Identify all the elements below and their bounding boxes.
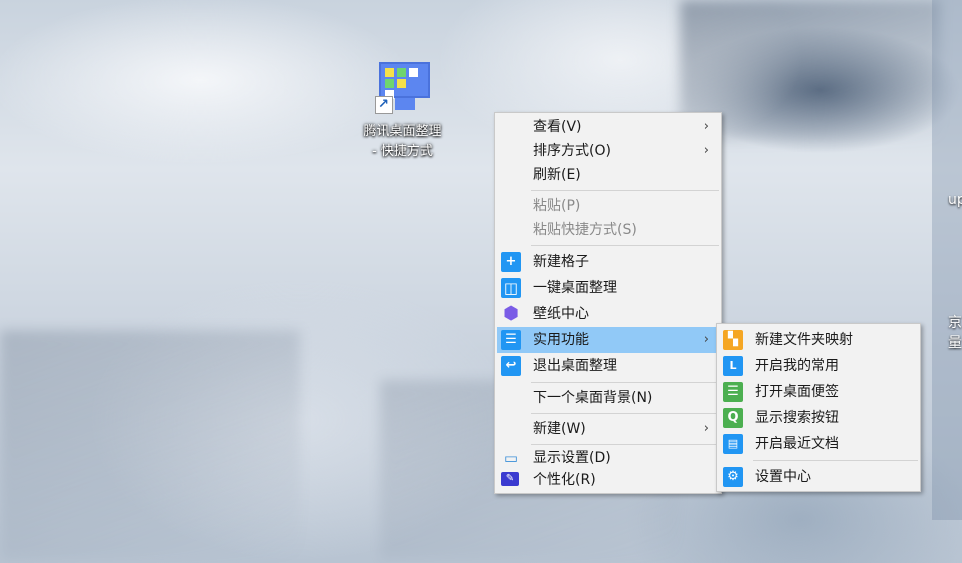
- list-icon: ☰: [501, 330, 521, 350]
- separator: [531, 382, 719, 383]
- separator: [531, 444, 719, 445]
- menu-item-refresh[interactable]: 刷新(E): [497, 163, 719, 187]
- chevron-right-icon: ›: [703, 143, 709, 158]
- document-icon: ▤: [723, 434, 743, 454]
- cube-icon: ⬢: [503, 303, 519, 324]
- separator: [531, 245, 719, 246]
- context-menu: 查看(V) › 排序方式(O) › 刷新(E) 粘贴(P) 粘贴快捷方式(S) + 新…: [494, 112, 722, 494]
- shortcut-arrow-icon: ↗: [374, 96, 393, 114]
- menu-item-sort[interactable]: 排序方式(O) ›: [497, 139, 719, 163]
- wallpaper-shadow: [0, 330, 300, 560]
- submenu-item-settings[interactable]: ⚙ 设置中心: [719, 464, 918, 490]
- side-text: 量: [948, 335, 962, 351]
- folder-map-icon: ▚: [723, 330, 743, 350]
- chevron-right-icon: ›: [703, 332, 709, 347]
- menu-item-new[interactable]: 新建(W) ›: [497, 417, 719, 441]
- menu-item-paste: 粘贴(P): [533, 198, 581, 214]
- submenu-item-favorites[interactable]: L 开启我的常用: [719, 353, 918, 379]
- personalize-icon: ✎: [501, 472, 519, 486]
- search-icon: Q: [723, 408, 743, 428]
- layout-icon: ◫: [501, 278, 521, 298]
- side-widget-panel: [932, 0, 962, 520]
- shortcut-label: 腾讯桌面整理 - 快捷方式: [363, 124, 442, 159]
- clock-icon: L: [723, 356, 743, 376]
- menu-item-next-background[interactable]: 下一个桌面背景(N): [497, 386, 719, 410]
- desktop-shortcut[interactable]: ↗ 腾讯桌面整理 - 快捷方式: [355, 62, 450, 162]
- note-icon: ☰: [723, 382, 743, 402]
- submenu-item-sticky-note[interactable]: ☰ 打开桌面便签: [719, 379, 918, 405]
- chevron-right-icon: ›: [703, 421, 709, 436]
- separator: [753, 460, 918, 461]
- separator: [531, 413, 719, 414]
- menu-item-wallpaper-center[interactable]: ⬢ 壁纸中心: [497, 301, 719, 327]
- submenu-item-search-button[interactable]: Q 显示搜索按钮: [719, 405, 918, 431]
- submenu-item-folder-map[interactable]: ▚ 新建文件夹映射: [719, 327, 918, 353]
- side-text: 京: [948, 315, 962, 331]
- chevron-right-icon: ›: [703, 119, 709, 134]
- exit-icon: ↩: [501, 356, 521, 376]
- menu-item-personalize[interactable]: ✎ 个性化(R): [497, 469, 719, 491]
- gear-icon: ⚙: [723, 467, 743, 487]
- menu-item-one-click-organize[interactable]: ◫ 一键桌面整理: [497, 275, 719, 301]
- menu-item-utilities[interactable]: ☰ 实用功能 ›: [497, 327, 719, 353]
- submenu-item-recent-docs[interactable]: ▤ 开启最近文档: [719, 431, 918, 457]
- menu-item-view[interactable]: 查看(V) ›: [497, 115, 719, 139]
- side-text: up: [948, 192, 962, 208]
- separator: [531, 190, 719, 191]
- desktop-organizer-icon: ↗: [373, 62, 433, 118]
- menu-item-paste-shortcut: 粘贴快捷方式(S): [533, 222, 637, 238]
- menu-item-display-settings[interactable]: ▭ 显示设置(D): [497, 447, 719, 469]
- utilities-submenu: ▚ 新建文件夹映射 L 开启我的常用 ☰ 打开桌面便签 Q 显示搜索按钮 ▤ 开启最近文档…: [716, 323, 921, 492]
- plus-icon: +: [501, 252, 521, 272]
- menu-item-exit-organizer[interactable]: ↩ 退出桌面整理: [497, 353, 719, 379]
- menu-item-new-grid[interactable]: + 新建格子: [497, 249, 719, 275]
- display-icon: ▭: [503, 449, 519, 467]
